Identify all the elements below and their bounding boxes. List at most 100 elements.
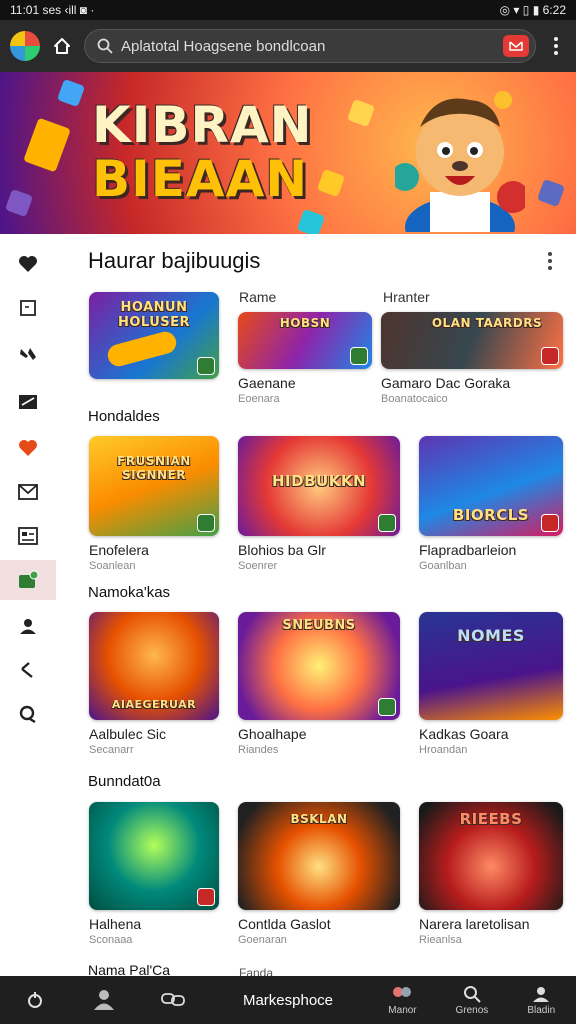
sidebar-item-account[interactable] <box>0 694 56 734</box>
thumbnail-title: RIEEBS <box>459 810 523 828</box>
game-thumbnail: RIEEBS <box>419 802 563 910</box>
game-thumbnail: FRUSNIAN SIGNNER <box>89 436 219 536</box>
thumbnail-title: OLAN TAARDRS <box>431 316 543 330</box>
game-title: Halhena <box>89 916 142 932</box>
game-subtitle: Rieanlsa <box>419 934 462 946</box>
game-card[interactable]: HOBSN Gaenane Eoenara <box>238 312 372 405</box>
sidebar-item-inbox[interactable] <box>0 472 56 512</box>
game-subtitle: Hroandan <box>419 744 468 756</box>
hero-block-decoration <box>56 78 86 108</box>
app-logo-icon[interactable] <box>10 31 40 61</box>
user-icon <box>20 619 36 634</box>
section-title: Namoka'kas <box>88 584 171 601</box>
search-icon <box>97 38 113 54</box>
heart-outline-icon <box>19 256 37 272</box>
tools-icon <box>20 348 36 360</box>
game-title: Contlda Gaslot <box>238 916 331 932</box>
status-right: ◎ ▾ ▯ ▮ 6:22 <box>499 3 566 17</box>
search-bar[interactable] <box>84 29 536 63</box>
thumbnail-title: BSKLAN <box>290 812 348 826</box>
nav-item-manor[interactable]: Manor <box>368 976 437 1024</box>
game-card[interactable]: FRUSNIAN SIGNNER Enofelera Soanlean <box>89 436 219 572</box>
envelope-check-icon <box>19 395 37 409</box>
game-subtitle: Sconaaa <box>89 934 133 946</box>
sidebar-item-profile[interactable] <box>0 606 56 646</box>
column-header: Hranter <box>383 289 430 305</box>
sidebar-item-tools[interactable] <box>0 334 56 374</box>
section-title: Nama Pal'Ca <box>88 962 171 976</box>
sidebar-item-favorites[interactable] <box>0 244 56 284</box>
hero-block-decoration <box>296 208 326 234</box>
thumbnail-title: HOANUN HOLUSER <box>117 300 191 330</box>
nav-item-friends[interactable] <box>69 976 138 1024</box>
game-subtitle: Goenaran <box>238 934 287 946</box>
sidebar-item-list[interactable] <box>0 516 56 556</box>
thumbnail-title: FRUSNIAN SIGNNER <box>117 454 191 482</box>
list-box-icon <box>18 527 38 545</box>
search-icon <box>463 985 481 1003</box>
game-title: Kadkas Goara <box>419 726 509 742</box>
game-thumbnail: SNEUBNS <box>238 612 400 720</box>
platform-badge-icon <box>350 347 368 365</box>
thumbnail-title: AIAEGERUAR <box>111 698 197 711</box>
game-subtitle: Soenrer <box>238 560 278 572</box>
hero-title-line1: KIBRAN <box>92 96 313 154</box>
platform-badge-icon <box>197 357 215 375</box>
chat-icon <box>161 993 186 1006</box>
game-card[interactable]: SNEUBNS Ghoalhape Riandes <box>238 612 400 756</box>
thumbnail-title: SNEUBNS <box>282 618 356 633</box>
hero-block-decoration <box>23 117 71 173</box>
section-more-icon[interactable] <box>540 252 560 270</box>
sidebar-item-back[interactable] <box>0 650 56 690</box>
menu-more-icon[interactable] <box>546 37 566 55</box>
game-thumbnail: HOANUN HOLUSER <box>89 292 219 379</box>
main-content: Haurar bajibuugis Rame Hranter HOANUN HO… <box>56 236 576 976</box>
hero-title-line2: BIEAAN <box>92 150 309 208</box>
game-card[interactable]: BSKLAN Contlda Gaslot Goenaran <box>238 802 400 946</box>
game-card[interactable]: Halhena Sconaaa <box>89 802 219 946</box>
game-thumbnail: HIDBUKKN <box>238 436 400 536</box>
status-bar: 11:01 ses ‹ill ◙ · ◎ ▾ ▯ ▮ 6:22 <box>0 0 576 20</box>
game-card[interactable]: NOMES Kadkas Goara Hroandan <box>419 612 563 756</box>
sidebar-item-wallet[interactable] <box>0 560 56 600</box>
sidebar-item-mail[interactable] <box>0 382 56 422</box>
game-card[interactable]: AIAEGERUAR Aalbulec Sic Secanarr <box>89 612 219 756</box>
money-icon <box>19 570 39 588</box>
nav-label: Manor <box>388 1004 417 1016</box>
game-title: Narera laretolisan <box>419 916 530 932</box>
hero-block-decoration <box>316 168 346 198</box>
sidebar-item-liked[interactable] <box>0 428 56 468</box>
game-card[interactable]: RIEEBS Narera laretolisan Rieanlsa <box>419 802 563 946</box>
nav-item-grenos[interactable]: Grenos <box>437 976 506 1024</box>
game-subtitle: Riandes <box>238 744 279 756</box>
account-icon <box>19 705 36 723</box>
game-card[interactable]: HIDBUKKN Blohios ba Glr Soenrer <box>238 436 400 572</box>
home-icon[interactable] <box>50 34 74 58</box>
nav-item-home[interactable] <box>0 976 69 1024</box>
platform-badge-icon <box>197 888 215 906</box>
nav-item-bladin[interactable]: Bladin <box>507 976 576 1024</box>
bottom-navigation: Markesphoce Manor Grenos Bladin <box>0 976 576 1024</box>
section-title: Hondaldes <box>88 408 160 425</box>
platform-badge-icon <box>378 698 396 716</box>
back-arrow-icon <box>21 662 33 678</box>
game-card[interactable]: OLAN TAARDRS Gamaro Dac Goraka Boanatoca… <box>381 312 563 405</box>
game-card[interactable]: BIORCLS Flapradbarleion Goanlban <box>419 436 563 572</box>
game-card[interactable]: HOANUN HOLUSER <box>89 292 219 379</box>
game-subtitle: Secanarr <box>89 744 134 756</box>
page-icon <box>20 300 36 316</box>
nav-item-marketplace[interactable]: Markesphoce <box>208 976 368 1024</box>
game-title: Aalbulec Sic <box>89 726 167 742</box>
game-title: Blohios ba Glr <box>238 542 326 558</box>
nav-label: Bladin <box>527 1004 556 1016</box>
hero-banner[interactable]: KIBRAN BIEAAN <box>0 72 576 234</box>
game-title: Fanda <box>239 966 274 976</box>
search-input[interactable] <box>121 37 495 55</box>
nav-item-chat[interactable] <box>139 976 208 1024</box>
column-header: Rame <box>239 289 277 305</box>
game-thumbnail: NOMES <box>419 612 563 720</box>
game-thumbnail <box>89 802 219 910</box>
people-icon <box>94 990 115 1010</box>
sidebar-item-pages[interactable] <box>0 288 56 328</box>
search-badge-icon[interactable] <box>503 35 529 57</box>
